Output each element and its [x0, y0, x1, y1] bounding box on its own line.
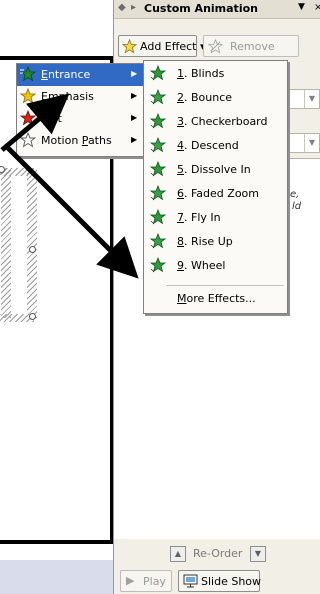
effect-label: . Bounce — [184, 91, 233, 104]
menu-item-exit[interactable]: Exit ▶ — [17, 108, 143, 130]
entrance-effect-star-icon — [150, 257, 166, 273]
entrance-effect-star-icon — [150, 113, 166, 129]
pane-title: Custom Animation — [144, 2, 258, 15]
entrance-effect-item[interactable]: 1. Blinds — [144, 63, 287, 85]
menu-item-emphasis[interactable]: Emphasis ▶ — [17, 86, 143, 108]
more-effects-accel: M — [177, 292, 187, 305]
hint-text-line1: e, — [290, 189, 300, 200]
effect-label: . Checkerboard — [184, 115, 268, 128]
effect-label: . Dissolve In — [184, 163, 251, 176]
effect-label: . Descend — [184, 139, 239, 152]
entrance-star-icon — [20, 66, 36, 82]
entrance-effect-star-icon — [150, 233, 166, 249]
add-effect-star-icon — [122, 39, 137, 54]
entrance-effect-star-icon — [150, 137, 166, 153]
add-effect-button[interactable]: Add Effect ▾ — [118, 35, 205, 57]
effect-number: 7 — [177, 211, 184, 224]
back-arrow-icon[interactable]: ◆ — [118, 2, 126, 13]
slide-show-button[interactable]: Slide Show — [178, 570, 262, 592]
motion-paths-label: aths — [87, 134, 112, 147]
submenu-arrow-icon: ▶ — [131, 113, 138, 122]
emphasis-label-prefix: E — [41, 90, 48, 103]
emphasis-star-icon — [20, 88, 36, 104]
remove-button[interactable]: Remove — [203, 35, 299, 57]
menu-separator — [166, 285, 284, 286]
remove-label: Remove — [230, 40, 275, 53]
play-icon: ▶ — [126, 574, 135, 587]
entrance-submenu: 1. Blinds 2. Bounce 3. Checkerboard 4. Desc… — [143, 60, 288, 314]
motion-paths-label-prefix: Motion — [41, 134, 82, 147]
menu-item-entrance[interactable]: Entrance ▶ — [17, 64, 143, 86]
entrance-accel: E — [41, 68, 48, 81]
move-down-icon[interactable]: ▼ — [250, 546, 266, 562]
effect-label: . Wheel — [184, 259, 226, 272]
slide-sorter-strip — [0, 560, 115, 594]
submenu-arrow-icon: ▶ — [131, 91, 138, 100]
placeholder-border-left — [1, 168, 11, 318]
forward-arrow-icon[interactable]: ▸ — [131, 2, 136, 13]
submenu-arrow-icon: ▶ — [131, 135, 138, 144]
effect-label: . Rise Up — [184, 235, 233, 248]
effect-label: . Blinds — [184, 67, 225, 80]
exit-label-prefix: E — [41, 112, 48, 125]
entrance-effect-star-icon — [150, 65, 166, 81]
start-dropdown-arrow-icon[interactable]: ▼ — [304, 90, 319, 108]
remove-effect-icon — [208, 39, 223, 54]
effect-number: 6 — [177, 187, 184, 200]
placeholder-border-top — [0, 168, 34, 176]
close-icon[interactable]: × — [314, 2, 320, 13]
effect-number: 9 — [177, 259, 184, 272]
entrance-label: ntrance — [47, 68, 91, 81]
entrance-effect-item[interactable]: 7. Fly In — [144, 207, 287, 229]
effect-number: 3 — [177, 115, 184, 128]
effect-number: 2 — [177, 91, 184, 104]
play-button[interactable]: ▶ Play — [120, 570, 172, 592]
entrance-effect-item[interactable]: 2. Bounce — [144, 87, 287, 109]
move-up-icon[interactable]: ▲ — [170, 546, 186, 562]
effect-number: 5 — [177, 163, 184, 176]
slide-show-icon — [183, 574, 198, 588]
entrance-effect-star-icon — [150, 209, 166, 225]
hint-text-line2: ld — [292, 201, 302, 212]
entrance-effect-item[interactable]: 8. Rise Up — [144, 231, 287, 253]
motion-paths-star-icon — [20, 132, 36, 148]
exit-star-icon — [20, 110, 36, 126]
entrance-effect-star-icon — [150, 89, 166, 105]
exit-label: it — [54, 112, 62, 125]
menu-item-more-effects[interactable]: More Effects... — [144, 288, 287, 310]
entrance-effect-star-icon — [150, 161, 166, 177]
pane-dropdown-icon[interactable]: ▼ — [298, 2, 305, 12]
resize-handle-middle[interactable] — [29, 246, 36, 253]
submenu-arrow-icon: ▶ — [131, 69, 138, 78]
reorder-bar: ▲ Re-Order ▼ — [114, 543, 320, 565]
entrance-effect-item[interactable]: 9. Wheel — [144, 255, 287, 277]
entrance-effect-star-icon — [150, 185, 166, 201]
placeholder-border-right — [27, 168, 37, 318]
effect-number: 4 — [177, 139, 184, 152]
entrance-effect-item[interactable]: 4. Descend — [144, 135, 287, 157]
reorder-label: Re-Order — [193, 547, 243, 560]
add-effect-label: Add Effect ▾ — [140, 40, 206, 53]
play-label: Play — [143, 575, 166, 588]
entrance-effect-item[interactable]: 3. Checkerboard — [144, 111, 287, 133]
entrance-effect-item[interactable]: 6. Faded Zoom — [144, 183, 287, 205]
entrance-effect-item[interactable]: 5. Dissolve In — [144, 159, 287, 181]
speed-dropdown-arrow-icon[interactable]: ▼ — [304, 134, 319, 152]
pane-title-bar: ◆ ▸ Custom Animation ▼ × — [114, 0, 320, 19]
more-effects-label: ore Effects... — [186, 292, 256, 305]
add-effect-menu: Entrance ▶ Emphasis ▶ Exit ▶ Motion Path… — [16, 63, 144, 157]
effect-number: 8 — [177, 235, 184, 248]
emphasis-accel: m — [47, 90, 59, 103]
emphasis-label: phasis — [58, 90, 94, 103]
slide-show-label: Slide Show — [201, 575, 262, 588]
menu-item-motion-paths[interactable]: Motion Paths ▶ — [17, 130, 143, 152]
resize-handle-bottom[interactable] — [29, 313, 36, 320]
slide-area-top — [0, 0, 115, 18]
effect-number: 1 — [177, 67, 184, 80]
effect-label: . Faded Zoom — [184, 187, 259, 200]
effect-label: . Fly In — [184, 211, 221, 224]
